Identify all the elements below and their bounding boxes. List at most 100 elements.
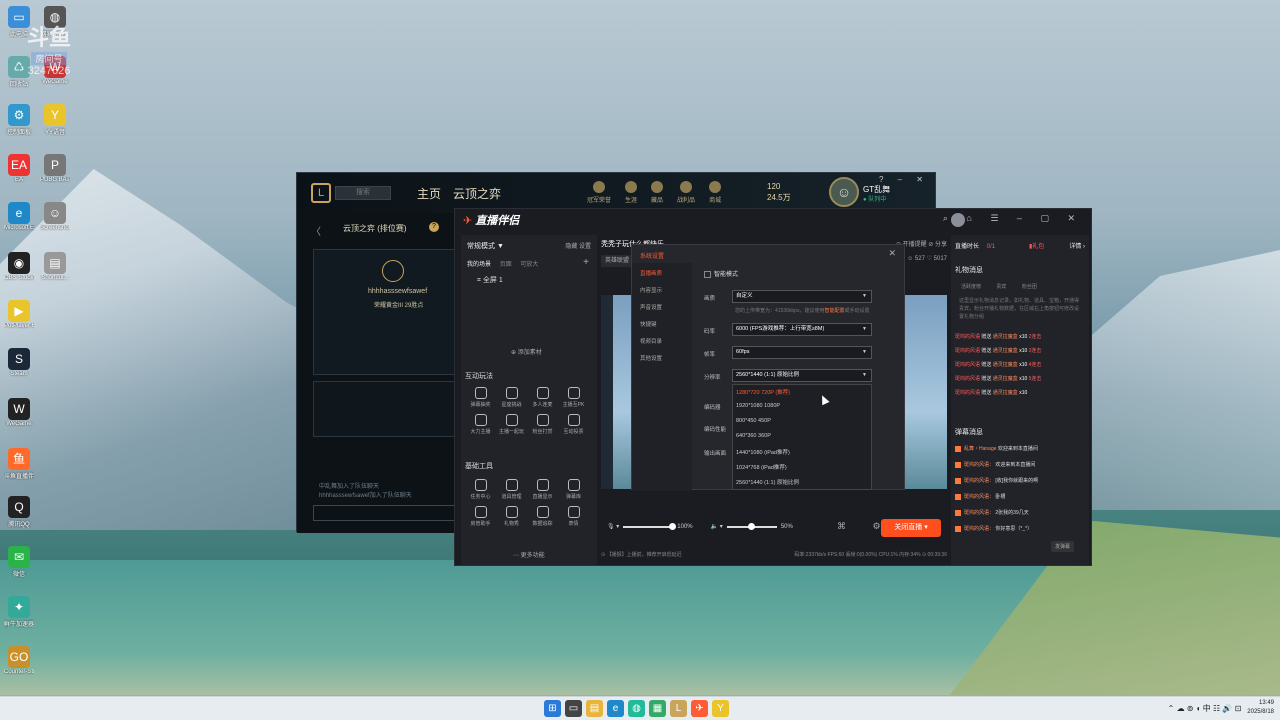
desktop-icon[interactable]: W WeGame — [4, 398, 34, 427]
lol-logo-icon[interactable]: L — [311, 183, 331, 203]
gift-user[interactable]: 斑鸠的风语 — [955, 348, 980, 354]
gift-user[interactable]: 斑鸠的风语 — [955, 334, 980, 340]
details-link[interactable]: 详情 › — [1069, 241, 1085, 250]
desktop-icon[interactable]: PPUBG BATTLEGR... — [40, 154, 70, 183]
danmu-user[interactable]: 斑鸠的风语： — [964, 462, 994, 468]
desktop-icon[interactable]: ☺Screenshot... — [40, 202, 70, 231]
checkbox-icon[interactable] — [704, 270, 711, 278]
lol-tab-home[interactable]: 主页 — [417, 185, 441, 202]
taskbar-app-icon[interactable]: ▦ — [649, 700, 666, 717]
desktop-icon[interactable]: Y YY语音 — [40, 104, 70, 136]
taskbar-app-icon[interactable]: ▭ — [565, 700, 582, 717]
lol-chat-input[interactable] — [313, 505, 455, 521]
interact-item[interactable]: 星座挑战 — [496, 387, 527, 408]
desktop-icon[interactable]: ▤ Shortcut... — [40, 252, 70, 281]
mic-slider-knob[interactable] — [669, 522, 677, 530]
danmu-user[interactable]: 乱舞・Hanage — [964, 446, 997, 452]
resolution-option[interactable]: 1280*720 720P (推荐) — [736, 388, 790, 396]
resolution-option[interactable]: 1024*768 (iPad推荐) — [736, 463, 787, 471]
taskbar-app-icon[interactable]: Y — [712, 700, 729, 717]
tab-page[interactable]: 页面 — [500, 262, 512, 268]
app-icon[interactable]: Y — [44, 104, 66, 126]
add-source-button[interactable]: ⊕ 添加素材 — [511, 347, 542, 356]
taskbar-app-icon[interactable]: ▤ — [586, 700, 603, 717]
tab-my-scene[interactable]: 我的场景 — [467, 262, 491, 268]
quality-select[interactable]: 自定义 — [732, 290, 872, 303]
app-icon[interactable]: ▶ — [8, 300, 30, 322]
interact-item[interactable]: 互动投票 — [558, 414, 589, 435]
resolution-option[interactable]: 1440*1080 (iPad推荐) — [736, 448, 790, 456]
interact-item[interactable]: 主播一起玩 — [496, 414, 527, 435]
lol-avatar[interactable]: ☺ — [829, 177, 859, 207]
tool-item[interactable]: 道具管理 — [496, 479, 527, 500]
tool-item[interactable]: 表情 — [558, 506, 589, 527]
desktop-icon[interactable]: eMicrosoft Edge — [4, 202, 34, 231]
app-icon[interactable]: ▤ — [44, 252, 66, 274]
taskbar-app-icon[interactable]: ◍ — [628, 700, 645, 717]
danmu-user[interactable]: 斑鸠的风语： — [964, 510, 994, 516]
lol-back-icon[interactable]: 〈 — [311, 223, 321, 238]
fps-select[interactable]: 60fps — [732, 346, 872, 359]
app-icon[interactable]: S — [8, 348, 30, 370]
app-icon[interactable]: Q — [8, 496, 30, 518]
desktop-icon[interactable]: ⚙ 控制面板 — [4, 104, 34, 136]
tool-item[interactable]: 数据追踪 — [527, 506, 558, 527]
app-icon[interactable]: ◉ — [8, 252, 30, 274]
settings-menu-item[interactable]: 声音设置 — [640, 303, 662, 311]
resolution-option[interactable]: 1920*1080 1080P — [736, 403, 780, 409]
gift-tab[interactable]: 活跃度榜 — [961, 284, 981, 290]
speaker-icon[interactable]: 🔈 ▾ — [711, 523, 723, 530]
close-icon[interactable]: ✕ — [888, 248, 896, 259]
mic-slider[interactable] — [623, 522, 677, 530]
app-icon[interactable]: 鱼 — [8, 448, 30, 470]
lol-tab-tft[interactable]: 云顶之弈 — [453, 185, 501, 202]
category-badge[interactable]: 英雄联盟 — [601, 255, 634, 267]
more-features-button[interactable]: ⋯ 更多功能 — [513, 550, 545, 559]
settings-menu-item[interactable]: 其他设置 — [640, 354, 662, 362]
gift-user[interactable]: 斑鸠的风语 — [955, 376, 980, 382]
mode-dropdown[interactable]: 常规模式 ▼ — [467, 241, 504, 251]
desktop-icon[interactable]: GOCounter-Strike Global Off... — [4, 646, 34, 675]
desktop-icon[interactable]: 鱼斗鱼直播伴侣 — [4, 448, 34, 480]
bitrate-select[interactable]: 6000 (FPS游戏推荐：上行带宽≥8M) — [732, 323, 872, 336]
interact-item[interactable]: 多人连麦 — [527, 387, 558, 408]
clock[interactable]: 13:49 2025/8/18 — [1247, 699, 1274, 717]
app-icon[interactable]: ✦ — [8, 596, 30, 618]
lol-help-icon[interactable]: ? — [429, 222, 439, 232]
app-icon[interactable]: ⚙ — [8, 104, 30, 126]
tab-zoom[interactable]: 可放大 — [520, 262, 538, 268]
tool-item[interactable]: 礼物秀 — [496, 506, 527, 527]
danmu-user[interactable]: 斑鸠的风语： — [964, 526, 994, 532]
tray-icons[interactable]: ⌃ ☁ ⊚ ◖ 中 ☷ 🔊 ⊡ — [1168, 703, 1242, 714]
live-window-controls[interactable]: ⌕ ⌂ ☰ – ▢ ✕ — [943, 213, 1083, 224]
lol-nav-item[interactable]: 战利品 — [677, 181, 695, 204]
app-icon[interactable]: e — [8, 202, 30, 224]
taskbar-app-icon[interactable]: ✈ — [691, 700, 708, 717]
settings-menu-item[interactable]: 直播画质 — [640, 269, 662, 277]
resolution-option[interactable]: 640*360 360P — [736, 433, 771, 439]
lol-nav-item[interactable]: 藏品 — [651, 181, 663, 204]
gift-user[interactable]: 斑鸠的风语 — [955, 362, 980, 368]
settings-menu-item[interactable]: 视频目录 — [640, 337, 662, 345]
smart-config-link[interactable]: 智能配置 — [824, 308, 844, 314]
left-top-actions[interactable]: 隐藏 设置 — [565, 241, 591, 250]
speaker-slider[interactable] — [726, 522, 777, 530]
lol-window-controls[interactable]: ? – ✕ — [879, 175, 929, 184]
app-icon[interactable]: GO — [8, 646, 30, 668]
app-icon[interactable]: ☺ — [44, 202, 66, 224]
interact-item[interactable]: 弹幕抽奖 — [465, 387, 496, 408]
app-icon[interactable]: EA — [8, 154, 30, 176]
gift-user[interactable]: 斑鸠的风语 — [955, 390, 980, 396]
taskbar-app-icon[interactable]: e — [607, 700, 624, 717]
gift-tab[interactable]: 粉丝团 — [1022, 284, 1037, 290]
mic-icon[interactable]: 🎙 ▾ — [607, 523, 619, 530]
lol-search-box[interactable]: 搜索 — [335, 186, 391, 200]
desktop-icon[interactable]: Q 腾讯QQ — [4, 496, 34, 528]
tool-item[interactable]: 任务中心 — [465, 479, 496, 500]
gift-pack[interactable]: ▮礼包 — [1029, 241, 1044, 250]
taskbar-app-icon[interactable]: L — [670, 700, 687, 717]
danmu-user[interactable]: 斑鸠的风语： — [964, 494, 994, 500]
send-danmu-button[interactable]: 发弹幕 — [1051, 541, 1075, 552]
lol-nav-item[interactable]: 商城 — [709, 181, 721, 204]
tool-item[interactable]: 弹幕库 — [558, 479, 589, 500]
